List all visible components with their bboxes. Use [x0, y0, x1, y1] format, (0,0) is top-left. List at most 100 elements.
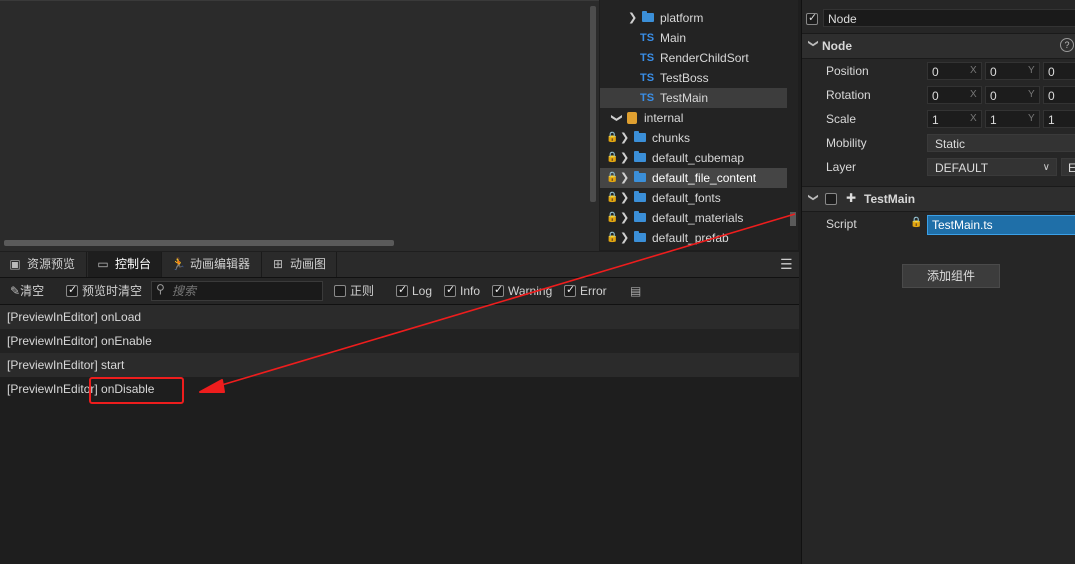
regex-label: 正则 [350, 284, 375, 298]
info-filter-checkbox[interactable] [444, 283, 456, 297]
log-filter-checkbox[interactable] [396, 283, 408, 297]
log-entry[interactable]: [PreviewInEditor] onEnable [0, 329, 799, 353]
mobility-label: Mobility [826, 136, 867, 150]
typescript-icon: TS [640, 72, 655, 84]
warning-filter-checkbox[interactable] [492, 283, 504, 297]
chevron-right-icon[interactable]: ❯ [620, 208, 629, 228]
log-entry[interactable]: [PreviewInEditor] onLoad [0, 305, 799, 329]
node-section-title: Node [822, 39, 852, 53]
assets-panel: ❯ platform TS Main TS RenderChildSort TS… [600, 0, 798, 250]
search-input[interactable] [172, 283, 320, 299]
error-filter-label: Error [580, 284, 607, 298]
folder-icon [634, 191, 646, 202]
lock-icon: 🔒 [606, 132, 619, 143]
folder-icon [634, 131, 646, 142]
log-filter-label: Log [412, 284, 433, 298]
puzzle-icon: ✚ [846, 191, 857, 205]
warning-filter-label: Warning [508, 284, 553, 298]
tree-item-platform[interactable]: ❯ platform [600, 8, 798, 28]
rotation-z-input[interactable]: 0 [1043, 86, 1075, 104]
tab-asset-preview[interactable]: ▣ 资源预览 [0, 252, 87, 277]
search-box[interactable]: ⚲ [151, 281, 323, 301]
component-enabled-checkbox[interactable] [825, 193, 837, 205]
chevron-down-icon: ∨ [1042, 162, 1050, 173]
bottom-tab-bar: ▣ 资源预览 ▭ 控制台 🏃 动画编辑器 ⊞ 动画图 [0, 252, 799, 278]
chevron-right-icon[interactable]: ❯ [620, 228, 629, 248]
open-log-file-icon[interactable]: ▤ [630, 278, 641, 304]
mobility-select[interactable]: Static [927, 134, 1075, 152]
axis-x-label: X [970, 89, 977, 100]
log-entry[interactable]: [PreviewInEditor] start [0, 353, 799, 377]
tree-item-label: default_cubemap [652, 151, 745, 165]
scene-horizontal-scrollbar[interactable] [4, 240, 394, 246]
tree-item-label: platform [660, 11, 704, 25]
scene-view[interactable] [0, 0, 599, 251]
script-asset-field[interactable]: TestMain.ts [927, 215, 1075, 235]
help-icon[interactable]: ? [1060, 38, 1074, 52]
tab-console[interactable]: ▭ 控制台 [88, 252, 162, 277]
tree-item-default-prefab[interactable]: 🔒 ❯ default_prefab [600, 228, 798, 248]
chevron-right-icon[interactable]: ❯ [620, 128, 629, 148]
add-component-button[interactable]: 添加组件 [902, 264, 1000, 288]
console-log: [PreviewInEditor] onLoad [PreviewInEdito… [0, 305, 799, 564]
typescript-icon: TS [640, 52, 655, 64]
rotation-label: Rotation [826, 88, 871, 102]
tree-item-testboss[interactable]: TS TestBoss [600, 68, 798, 88]
console-toolbar: ✎清空 预览时清空 ⚲ 正则 Log Info Warning Error ▤ [0, 278, 799, 305]
tree-item-label: TestBoss [660, 71, 709, 85]
tree-item-chunks[interactable]: 🔒 ❯ chunks [600, 128, 798, 148]
axis-y-label: Y [1028, 89, 1035, 100]
node-active-checkbox[interactable] [806, 11, 818, 25]
chevron-down-icon[interactable]: ❯ [808, 193, 819, 201]
chevron-right-icon[interactable]: ❯ [628, 8, 637, 28]
folder-icon [634, 211, 646, 222]
regex-checkbox[interactable] [334, 285, 346, 297]
inspector-panel: Node ❯ Node ? Position 0 X 0 Y 0 Rotatio… [801, 0, 1075, 564]
menu-icon[interactable]: ☰ [780, 256, 793, 273]
component-section-header[interactable]: ❯ ✚ TestMain [802, 186, 1075, 212]
chevron-down-icon[interactable]: ❯ [607, 113, 627, 122]
scale-z-input[interactable]: 1 [1043, 110, 1075, 128]
lock-icon: 🔒 [606, 192, 619, 203]
typescript-icon: TS [640, 92, 655, 104]
layer-select[interactable]: DEFAULT ∨ [927, 158, 1057, 176]
chevron-right-icon[interactable]: ❯ [620, 148, 629, 168]
tab-animation-graph[interactable]: ⊞ 动画图 [263, 252, 337, 277]
tree-item-label: TestMain [660, 91, 709, 105]
tab-label: 控制台 [115, 257, 152, 271]
error-filter-checkbox[interactable] [564, 283, 576, 297]
tree-item-label: internal [644, 111, 684, 125]
tree-item-internal[interactable]: ❯ internal [600, 108, 798, 128]
tree-item-label: default_fonts [652, 191, 721, 205]
clear-button[interactable]: ✎清空 [10, 278, 44, 304]
lock-icon: 🔒 [606, 212, 619, 223]
search-icon: ⚲ [156, 282, 165, 296]
assets-scrollbar[interactable] [790, 212, 796, 226]
image-icon: ▣ [9, 257, 21, 271]
tree-item-label: RenderChildSort [660, 51, 749, 65]
tree-item-testmain[interactable]: TS TestMain [600, 88, 787, 108]
tree-item-default-fonts[interactable]: 🔒 ❯ default_fonts [600, 188, 798, 208]
layer-value: DEFAULT [935, 161, 989, 175]
tree-item-label: default_prefab [652, 231, 729, 245]
tree-item-main[interactable]: TS Main [600, 28, 798, 48]
chevron-down-icon[interactable]: ❯ [808, 39, 819, 47]
tree-item-renderchildsort[interactable]: TS RenderChildSort [600, 48, 798, 68]
tree-item-default-materials[interactable]: 🔒 ❯ default_materials [600, 208, 798, 228]
chevron-right-icon[interactable]: ❯ [620, 188, 629, 208]
position-z-input[interactable]: 0 [1043, 62, 1075, 80]
tree-item-default-file-content[interactable]: 🔒 ❯ default_file_content [600, 168, 787, 188]
tree-item-label: default_file_content [652, 171, 757, 185]
node-section-header[interactable]: ❯ Node ? [802, 33, 1075, 59]
scale-label: Scale [826, 112, 857, 126]
tab-animation-editor[interactable]: 🏃 动画编辑器 [163, 252, 262, 277]
layer-edit-button[interactable]: E [1061, 158, 1075, 176]
lock-icon: 🔒 [606, 152, 619, 163]
layer-label: Layer [826, 160, 857, 174]
chevron-right-icon[interactable]: ❯ [620, 168, 629, 188]
tree-item-default-cubemap[interactable]: 🔒 ❯ default_cubemap [600, 148, 798, 168]
broom-icon: ✎ [10, 284, 21, 298]
scene-vertical-scrollbar[interactable] [590, 6, 596, 202]
node-name-input[interactable]: Node [823, 9, 1075, 27]
preview-clear-checkbox[interactable] [66, 283, 78, 297]
